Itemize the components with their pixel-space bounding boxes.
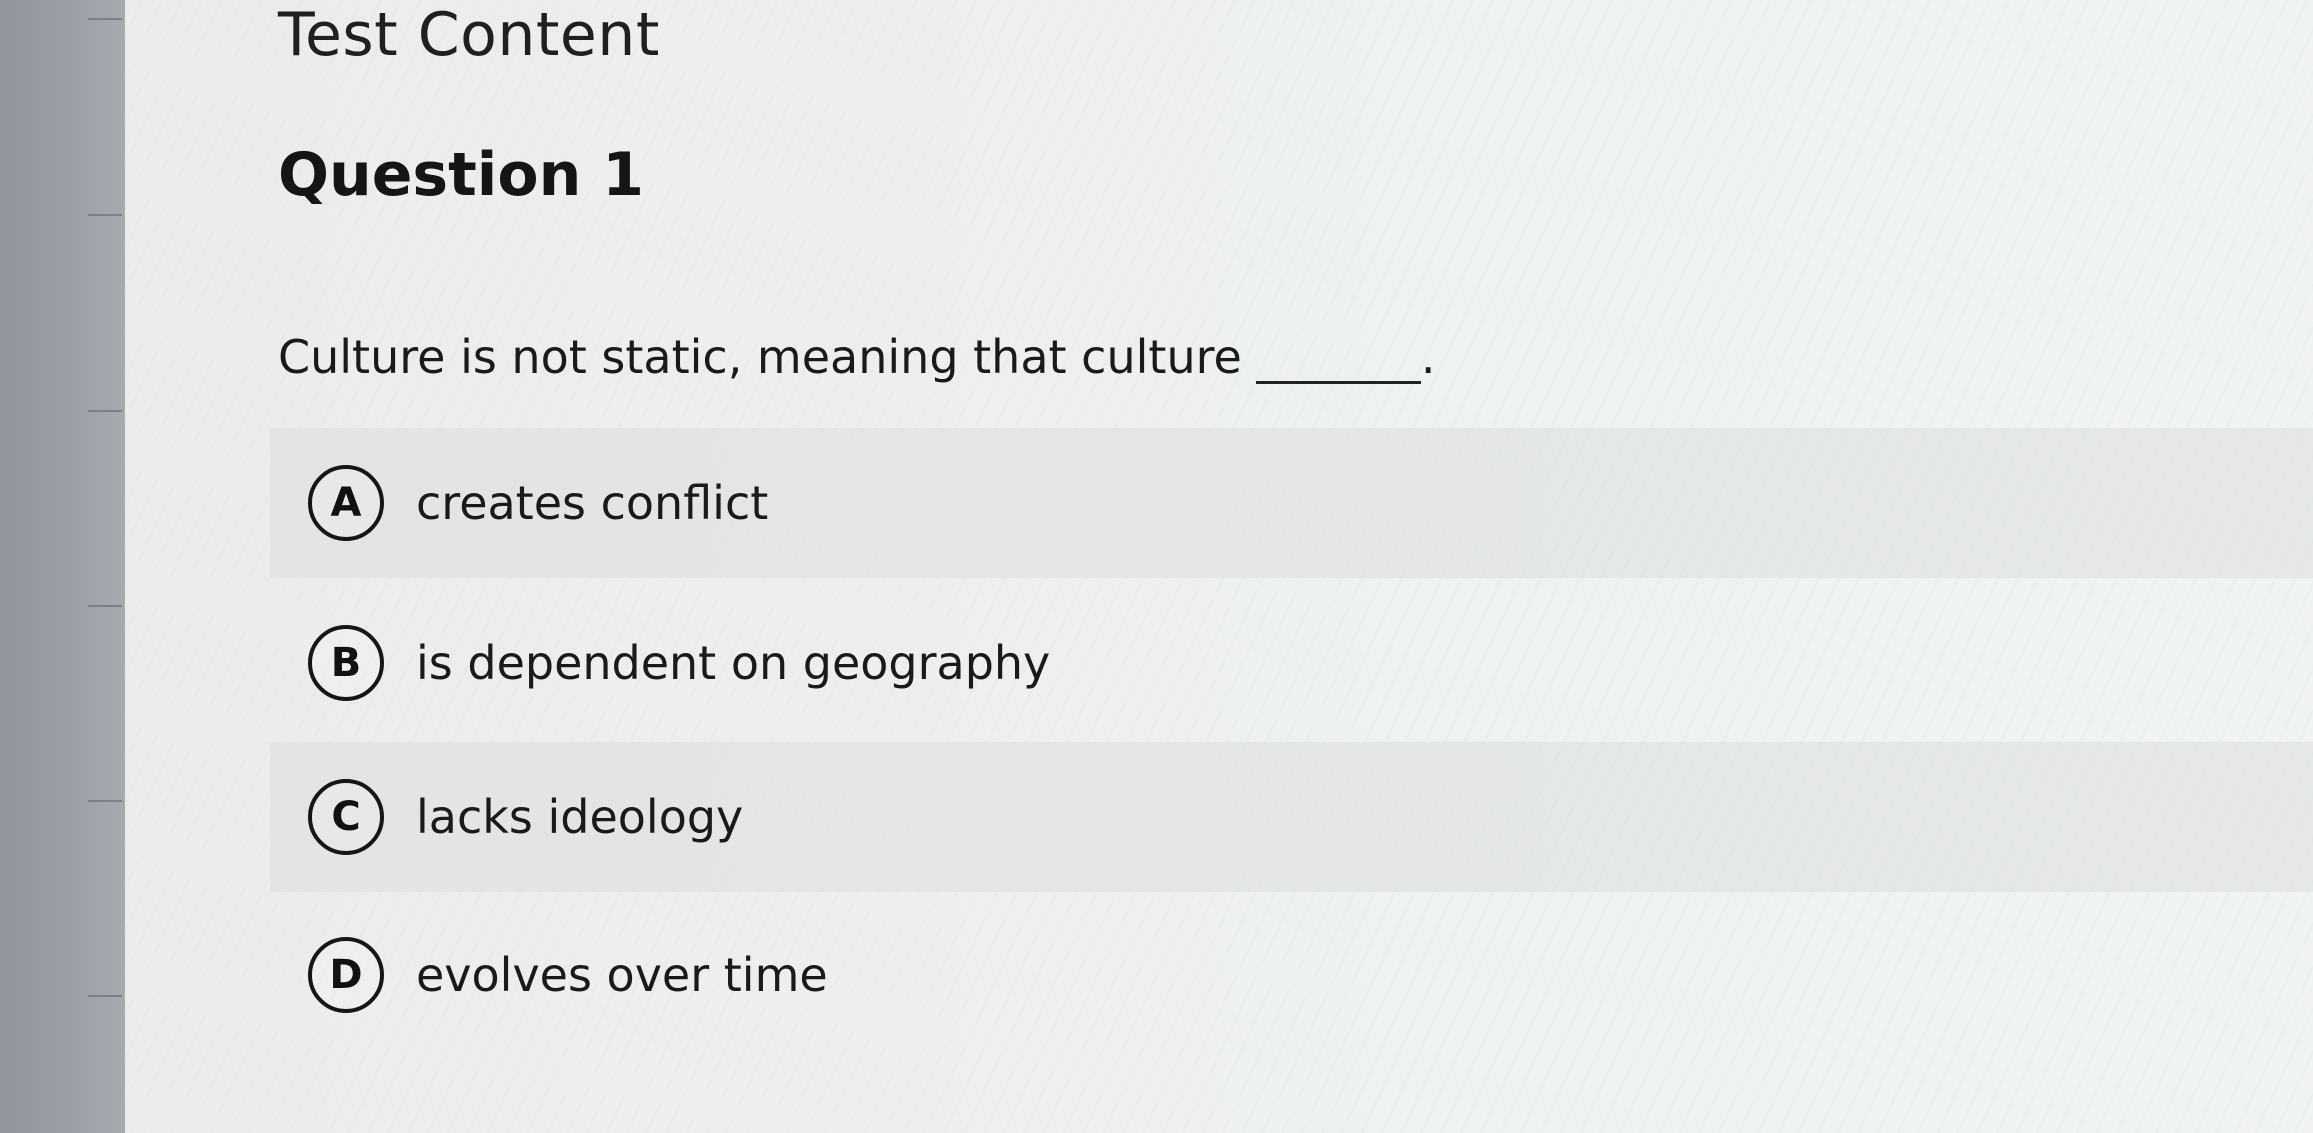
choice-text: creates conflict [416, 476, 769, 530]
choice-d[interactable]: D evolves over time [270, 900, 2313, 1050]
choice-letter-badge[interactable]: B [308, 625, 384, 701]
page-title: Test Content [278, 0, 660, 70]
rail-tick [88, 605, 122, 607]
choice-text: is dependent on geography [416, 636, 1051, 690]
rail-tick [88, 410, 122, 412]
left-rail [0, 0, 125, 1133]
choice-letter-badge[interactable]: A [308, 465, 384, 541]
question-prompt-text: Culture is not static, meaning that cult… [278, 330, 1242, 384]
rail-tick [88, 18, 122, 20]
rail-tick [88, 995, 122, 997]
choice-a[interactable]: A creates conflict [270, 428, 2313, 578]
choice-b[interactable]: B is dependent on geography [270, 588, 2313, 738]
choice-text: evolves over time [416, 948, 828, 1002]
choice-letter-badge[interactable]: C [308, 779, 384, 855]
rail-tick [88, 214, 122, 216]
answer-blank [1255, 337, 1421, 384]
rail-tick [88, 800, 122, 802]
choice-text: lacks ideology [416, 790, 744, 844]
question-title: Question 1 [278, 140, 644, 210]
question-end-punctuation: . [1420, 330, 1436, 384]
question-prompt: Culture is not static, meaning that cult… [278, 330, 1435, 384]
choice-c[interactable]: C lacks ideology [270, 742, 2313, 892]
choice-letter-badge[interactable]: D [308, 937, 384, 1013]
